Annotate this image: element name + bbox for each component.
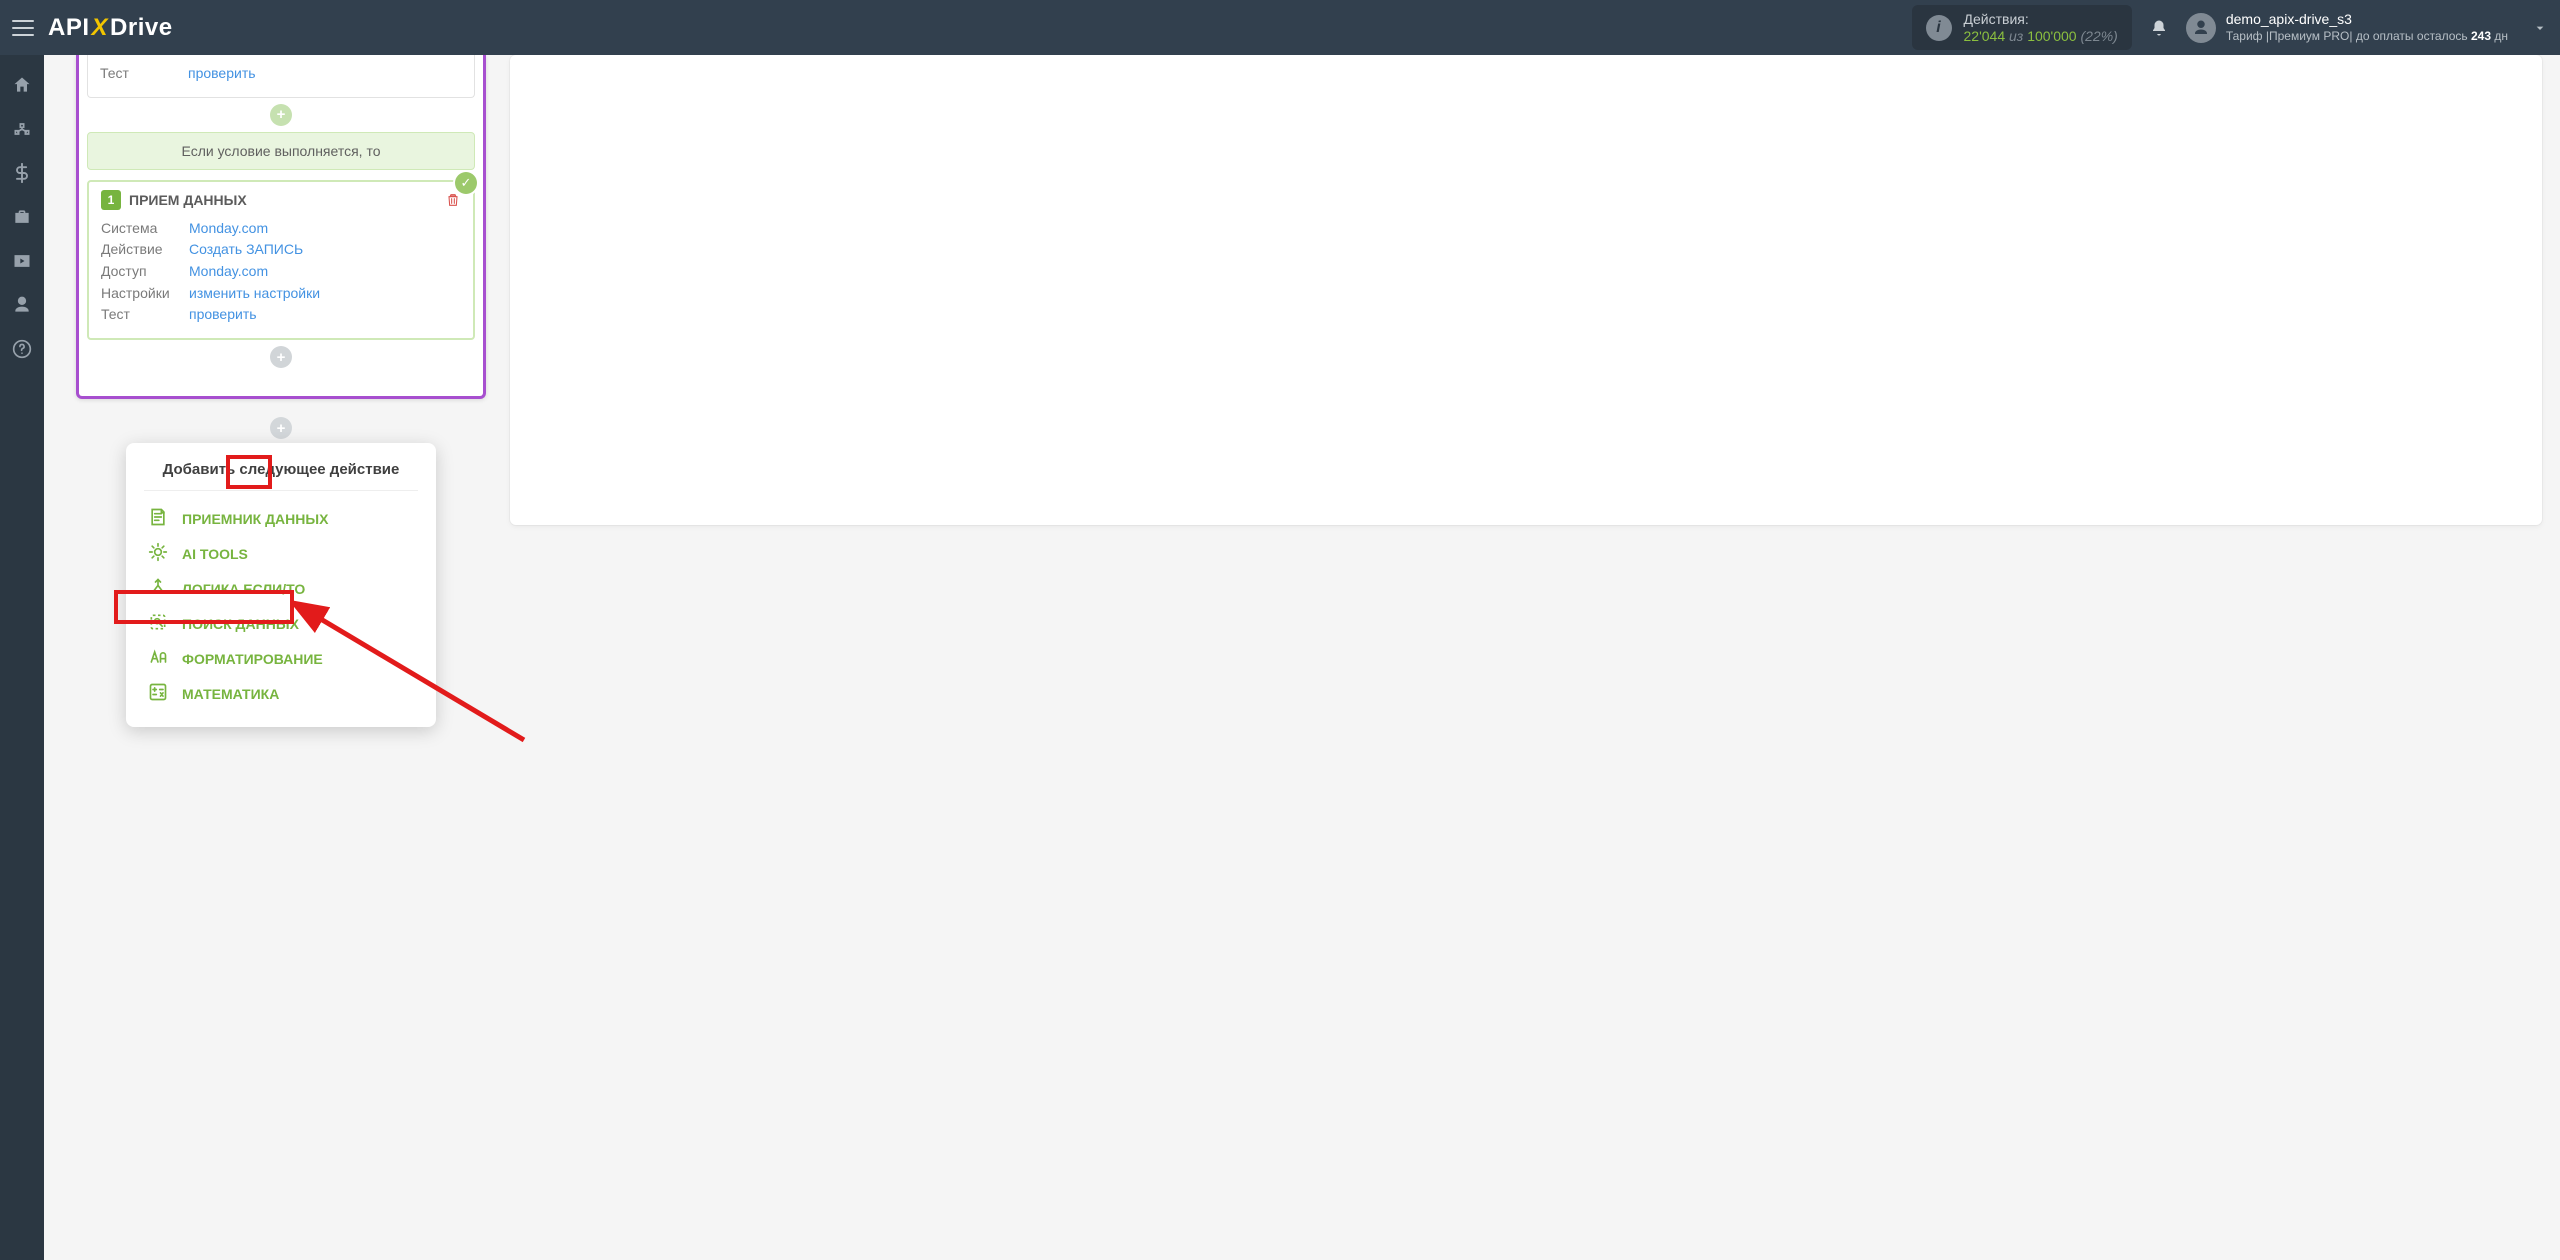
popup-item-search[interactable]: ПОИСК ДАННЫХ [144, 606, 418, 641]
sidebar [0, 55, 44, 1260]
kv-value-link[interactable]: Monday.com [189, 261, 268, 283]
brand-logo[interactable]: API X Drive [48, 14, 173, 42]
popup-item-label: AI TOOLS [182, 546, 248, 562]
sidebar-billing[interactable] [0, 153, 44, 193]
info-icon: i [1926, 15, 1952, 41]
sidebar-connections[interactable] [0, 109, 44, 149]
user-lines: demo_apix-drive_s3 Тариф |Премиум PRO| д… [2226, 11, 2508, 44]
actions-pct: (22%) [2080, 28, 2117, 44]
detail-panel [510, 55, 2542, 525]
popup-item-label: ПОИСК ДАННЫХ [182, 616, 299, 632]
kv-row: Тестпроверить [101, 304, 461, 326]
card-rows: СистемаMonday.comДействиеСоздать ЗАПИСЬД… [101, 218, 461, 326]
popup-item-logic[interactable]: ЛОГИКА ЕСЛИ/ТО [144, 571, 418, 606]
sidebar-account[interactable] [0, 285, 44, 325]
user-menu[interactable]: demo_apix-drive_s3 Тариф |Премиум PRO| д… [2186, 11, 2548, 44]
popup-items: ПРИЕМНИК ДАННЫХ AI TOOLS ЛОГИКА ЕСЛИ/ТО ПОИ… [144, 501, 418, 711]
actions-used: 22'044 [1964, 28, 2006, 44]
flow-column: Тест проверить + Если условие выполняетс… [76, 55, 486, 727]
step-card-receiver: ✓ 1 ПРИЕМ ДАННЫХ СистемаMonday.comДейств… [87, 180, 475, 340]
flow-wrap: Тест проверить + Если условие выполняетс… [76, 55, 486, 399]
condition-banner: Если условие выполняется, то [87, 132, 475, 170]
math-icon [148, 682, 168, 705]
sidebar-help[interactable] [0, 329, 44, 369]
popup-item-label: ЛОГИКА ЕСЛИ/ТО [182, 581, 305, 597]
kv-key: Настройки [101, 283, 189, 305]
page-body: Тест проверить + Если условие выполняетс… [0, 55, 2560, 1260]
kv-row: Настройкиизменить настройки [101, 283, 461, 305]
kv-value-link[interactable]: проверить [188, 63, 256, 85]
kv-key: Система [101, 218, 189, 240]
chevron-down-icon [2532, 20, 2548, 36]
brand-drive: Drive [110, 14, 173, 42]
topbar-right: i Действия: 22'044 из 100'000 (22%) demo… [1912, 5, 2548, 51]
actions-total: 100'000 [2027, 28, 2076, 44]
sidebar-briefcase[interactable] [0, 197, 44, 237]
actions-of: из [2009, 28, 2023, 44]
kv-key: Тест [101, 304, 189, 326]
user-sub-days: 243 [2471, 29, 2491, 43]
popup-item-label: ПРИЕМНИК ДАННЫХ [182, 511, 328, 527]
receiver-icon [148, 507, 168, 530]
user-sub: Тариф |Премиум PRO| до оплаты осталось 2… [2226, 29, 2508, 44]
kv-row: Тест проверить [100, 63, 462, 85]
step-card-top: Тест проверить [87, 55, 475, 98]
actions-values: 22'044 из 100'000 (22%) [1964, 28, 2118, 45]
topbar-left: API X Drive [12, 14, 173, 42]
check-icon: ✓ [455, 172, 477, 194]
kv-row: СистемаMonday.com [101, 218, 461, 240]
content-area: Тест проверить + Если условие выполняетс… [44, 55, 2560, 1260]
sidebar-home[interactable] [0, 65, 44, 105]
user-name: demo_apix-drive_s3 [2226, 11, 2508, 29]
popup-item-format[interactable]: ФОРМАТИРОВАНИЕ [144, 641, 418, 676]
add-step-inline-button[interactable]: + [270, 104, 292, 126]
kv-value-link[interactable]: Создать ЗАПИСЬ [189, 239, 303, 261]
popup-item-receiver[interactable]: ПРИЕМНИК ДАННЫХ [144, 501, 418, 536]
kv-key: Тест [100, 63, 188, 85]
search-icon [148, 612, 168, 635]
add-step-inline-button-2[interactable]: + [270, 346, 292, 368]
logic-icon [148, 577, 168, 600]
popup-title: Добавить следующее действие [144, 461, 418, 491]
card-header: 1 ПРИЕМ ДАННЫХ [101, 190, 461, 210]
popup-item-ai[interactable]: AI TOOLS [144, 536, 418, 571]
kv-value-link[interactable]: проверить [189, 304, 257, 326]
add-action-popup: Добавить следующее действие ПРИЕМНИК ДАН… [126, 443, 436, 727]
card-number: 1 [101, 190, 121, 210]
kv-value-link[interactable]: Monday.com [189, 218, 268, 240]
card-title: ПРИЕМ ДАННЫХ [129, 192, 247, 208]
kv-row: ДействиеСоздать ЗАПИСЬ [101, 239, 461, 261]
user-sub-suffix: дн [2491, 29, 2508, 43]
add-action-button[interactable]: + [270, 417, 292, 439]
kv-value-link[interactable]: изменить настройки [189, 283, 320, 305]
top-bar: API X Drive i Действия: 22'044 из 100'00… [0, 0, 2560, 55]
user-sub-prefix: Тариф |Премиум PRO| до оплаты осталось [2226, 29, 2471, 43]
brand-x: X [92, 14, 109, 42]
sidebar-video[interactable] [0, 241, 44, 281]
format-icon [148, 647, 168, 670]
popup-item-label: МАТЕМАТИКА [182, 686, 279, 702]
notifications-icon[interactable] [2150, 19, 2168, 37]
actions-label: Действия: [1964, 11, 2118, 28]
kv-key: Доступ [101, 261, 189, 283]
popup-item-math[interactable]: МАТЕМАТИКА [144, 676, 418, 711]
kv-key: Действие [101, 239, 189, 261]
avatar-icon [2186, 13, 2216, 43]
actions-counter[interactable]: i Действия: 22'044 из 100'000 (22%) [1912, 5, 2132, 51]
kv-row: ДоступMonday.com [101, 261, 461, 283]
ai-icon [148, 542, 168, 565]
delete-icon[interactable] [445, 192, 461, 208]
brand-api: API [48, 14, 90, 42]
menu-toggle-button[interactable] [12, 20, 34, 36]
popup-item-label: ФОРМАТИРОВАНИЕ [182, 651, 323, 667]
